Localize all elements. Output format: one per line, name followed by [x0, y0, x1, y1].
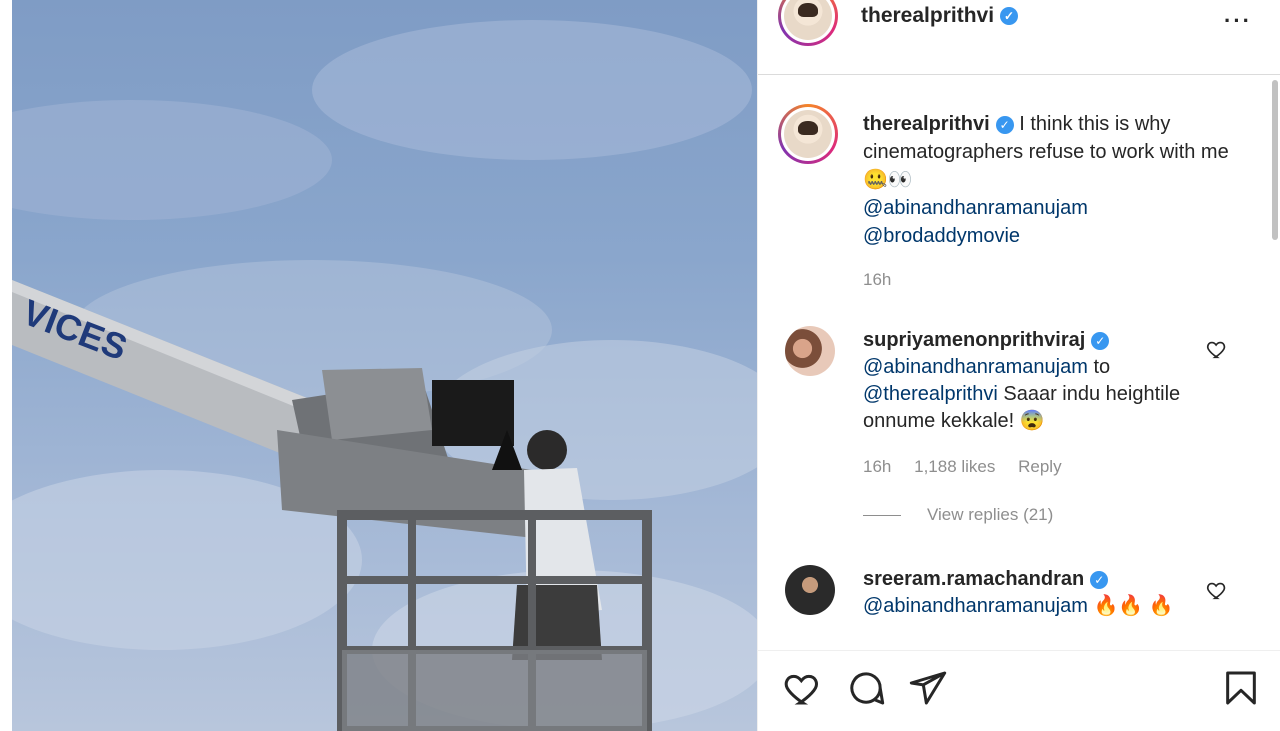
- comment: sreeram.ramachandran ✓ @abinandhanramanuj…: [863, 566, 1193, 620]
- actions-divider: [758, 650, 1280, 651]
- comment-body: 🔥🔥 🔥: [1093, 595, 1174, 617]
- comment: supriyamenonprithviraj ✓ @abinandhanraman…: [863, 327, 1193, 435]
- caption-timestamp[interactable]: 16h: [863, 270, 891, 290]
- comment-mention-2[interactable]: @therealprithvi: [863, 383, 998, 405]
- comment-meta: 16h 1,188 likes Reply: [863, 457, 1080, 477]
- view-replies-label: View replies (21): [927, 505, 1054, 524]
- post-photo[interactable]: VICES: [12, 0, 757, 731]
- commenter-username[interactable]: sreeram.ramachandran: [863, 568, 1084, 590]
- caption-author-avatar[interactable]: [778, 104, 838, 164]
- post-sidebar: therealprithvi ✓ ··· therealprithvi ✓ I th…: [757, 0, 1280, 731]
- bookmark-icon[interactable]: [1221, 668, 1261, 708]
- commenter-avatar[interactable]: [785, 565, 835, 615]
- replies-divider: [863, 515, 901, 517]
- caption-mention-1[interactable]: @abinandhanramanujam: [863, 197, 1088, 219]
- author-header: therealprithvi ✓: [861, 4, 1019, 28]
- crane-photo-illustration: VICES: [12, 20, 757, 731]
- caption-mention-2[interactable]: @brodaddymovie: [863, 225, 1020, 247]
- verified-badge-icon: ✓: [1090, 570, 1109, 589]
- like-comment-heart-icon[interactable]: [1206, 338, 1228, 360]
- comment-connector: to: [1093, 356, 1111, 378]
- heart-icon[interactable]: [783, 668, 823, 708]
- more-options-icon[interactable]: ···: [1224, 8, 1252, 34]
- view-replies-button[interactable]: View replies (21): [863, 505, 1053, 525]
- commenter-avatar[interactable]: [785, 326, 835, 376]
- like-comment-heart-icon[interactable]: [1206, 579, 1228, 601]
- commenter-username[interactable]: supriyamenonprithviraj: [863, 329, 1085, 351]
- comment-likes[interactable]: 1,188 likes: [914, 457, 995, 476]
- caption-username[interactable]: therealprithvi: [863, 113, 990, 135]
- share-icon[interactable]: [908, 668, 948, 708]
- comment-timestamp[interactable]: 16h: [863, 457, 891, 476]
- comment-mention[interactable]: @abinandhanramanujam: [863, 356, 1088, 378]
- comment-icon[interactable]: [846, 668, 886, 708]
- author-username[interactable]: therealprithvi: [861, 4, 994, 27]
- reply-button[interactable]: Reply: [1018, 457, 1061, 476]
- verified-badge-icon: ✓: [995, 115, 1014, 134]
- post-caption: therealprithvi ✓ I think this is why cine…: [863, 110, 1243, 250]
- comments-scrollbar[interactable]: [1272, 80, 1278, 240]
- comment-mention[interactable]: @abinandhanramanujam: [863, 595, 1088, 617]
- verified-badge-icon: ✓: [1091, 331, 1110, 350]
- header-divider: [758, 74, 1280, 75]
- verified-badge-icon: ✓: [1000, 7, 1019, 26]
- page-margin: [0, 0, 12, 731]
- author-avatar[interactable]: [778, 0, 838, 46]
